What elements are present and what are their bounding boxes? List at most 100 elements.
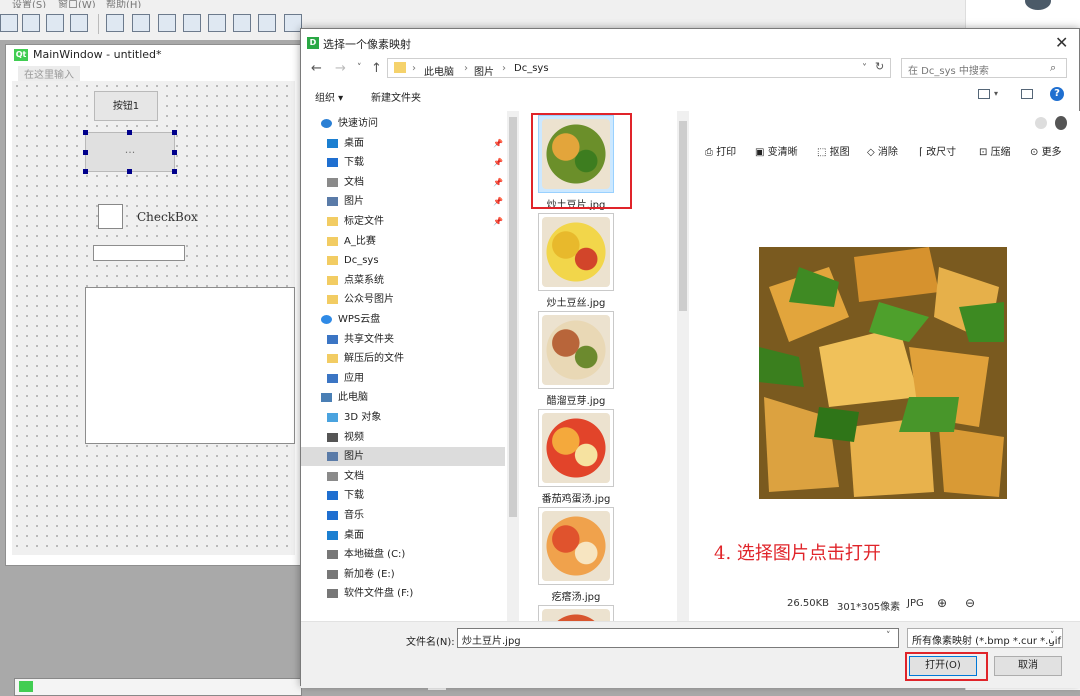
- line-edit[interactable]: [93, 245, 185, 261]
- menu-help[interactable]: 帮助(H): [106, 0, 141, 8]
- resize-tool[interactable]: ⌈ 改尺寸: [919, 143, 956, 158]
- tree-item[interactable]: 图片: [301, 447, 505, 467]
- scrollbar-thumb[interactable]: [679, 121, 687, 311]
- resize-handle[interactable]: [83, 130, 88, 135]
- file-thumbnail[interactable]: [538, 311, 614, 389]
- minimized-subwindow[interactable]: [14, 678, 302, 696]
- tree-item[interactable]: 文档: [301, 467, 505, 486]
- text-edit[interactable]: [85, 287, 295, 444]
- user-icon[interactable]: [1055, 116, 1067, 130]
- resize-handle[interactable]: [172, 169, 177, 174]
- edit-buddies-icon[interactable]: [46, 14, 64, 32]
- tree-item[interactable]: 文档 📌: [301, 173, 505, 192]
- edit-signals-icon[interactable]: [22, 14, 40, 32]
- tree-item[interactable]: 3D 对象: [301, 408, 505, 427]
- tree-item[interactable]: Dc_sys: [301, 251, 505, 270]
- compress-tool[interactable]: ⊡ 压缩: [979, 143, 1011, 158]
- file-name-label[interactable]: 炒土豆丝.jpg: [519, 294, 636, 309]
- files-scrollbar[interactable]: [677, 111, 689, 621]
- resize-handle[interactable]: [83, 169, 88, 174]
- file-name-label[interactable]: 番茄鸡蛋汤.jpg: [519, 490, 636, 505]
- form-canvas[interactable]: 按钮1 ... CheckBox: [12, 81, 295, 555]
- print-tool[interactable]: ⎙ 打印: [705, 143, 736, 158]
- menu-window[interactable]: 窗口(W): [58, 0, 96, 8]
- address-bar[interactable]: › 此电脑 › 图片 › Dc_sys ˅: [387, 58, 891, 78]
- edit-widgets-icon[interactable]: [0, 14, 18, 32]
- tree-item[interactable]: 标定文件 📌: [301, 212, 505, 231]
- chevron-down-icon[interactable]: ˅: [886, 631, 891, 641]
- search-input[interactable]: 在 Dc_sys 中搜索 ⌕: [901, 58, 1067, 78]
- filename-input[interactable]: 炒土豆片.jpg ˅: [457, 628, 899, 648]
- view-options-icon[interactable]: [978, 89, 990, 99]
- tree-item[interactable]: 下载: [301, 486, 505, 505]
- close-icon[interactable]: ✕: [1055, 33, 1068, 52]
- tree-item[interactable]: 解压后的文件: [301, 349, 505, 368]
- tree-item[interactable]: 软件文件盘 (F:): [301, 584, 505, 603]
- breadcrumb-dc-sys[interactable]: Dc_sys: [514, 63, 549, 74]
- recent-dropdown-icon[interactable]: ˅: [357, 63, 362, 73]
- forward-icon[interactable]: →: [335, 61, 346, 76]
- help-icon[interactable]: ?: [1050, 87, 1064, 101]
- tree-item[interactable]: 音乐: [301, 506, 505, 525]
- file-name-label[interactable]: 疙瘩汤.jpg: [519, 588, 636, 603]
- layout-splitter-h-icon[interactable]: [158, 14, 176, 32]
- zoom-in-icon[interactable]: ⊕: [937, 596, 947, 610]
- tree-item[interactable]: 公众号图片: [301, 290, 505, 309]
- tree-item[interactable]: 视频: [301, 428, 505, 447]
- tree-item[interactable]: 应用: [301, 369, 505, 388]
- layout-form-icon[interactable]: [233, 14, 251, 32]
- preview-pane-icon[interactable]: [1021, 89, 1033, 99]
- menu-settings[interactable]: 设置(S): [12, 0, 46, 8]
- up-icon[interactable]: ↑: [371, 61, 382, 76]
- organize-menu[interactable]: 组织 ▾: [315, 89, 343, 104]
- menu-placeholder[interactable]: 在这里输入: [18, 66, 80, 81]
- checkbox-box[interactable]: [98, 204, 123, 229]
- resize-handle[interactable]: [172, 150, 177, 155]
- layout-vertical-icon[interactable]: [132, 14, 150, 32]
- zoom-out-icon[interactable]: ⊖: [965, 596, 975, 610]
- resize-handle[interactable]: [127, 169, 132, 174]
- cutout-tool[interactable]: ⬚ 抠图: [817, 143, 850, 158]
- tree-item[interactable]: 新加卷 (E:): [301, 565, 505, 584]
- back-icon[interactable]: ←: [311, 61, 322, 76]
- tree-item[interactable]: 桌面 📌: [301, 134, 505, 153]
- breadcrumb-pictures[interactable]: 图片: [474, 63, 494, 78]
- tree-item[interactable]: WPS云盘: [301, 310, 505, 329]
- break-layout-icon[interactable]: [258, 14, 276, 32]
- chevron-down-icon[interactable]: ▾: [994, 89, 998, 98]
- chevron-down-icon[interactable]: ˅: [862, 63, 867, 74]
- tree-item[interactable]: 下载 📌: [301, 153, 505, 172]
- file-thumbnail[interactable]: [538, 605, 614, 621]
- breadcrumb-this-pc[interactable]: 此电脑: [424, 63, 454, 78]
- refresh-icon[interactable]: ↻: [875, 60, 884, 73]
- tree-item[interactable]: A_比赛: [301, 232, 505, 251]
- erase-tool[interactable]: ◇ 消除: [867, 143, 898, 158]
- file-thumbnail[interactable]: [538, 507, 614, 585]
- tree-scrollbar[interactable]: [507, 111, 519, 621]
- file-thumbnail[interactable]: [538, 213, 614, 291]
- new-folder-button[interactable]: 新建文件夹: [371, 89, 421, 104]
- tree-item[interactable]: 快速访问: [301, 114, 505, 133]
- more-tool[interactable]: ⊙ 更多: [1030, 143, 1062, 158]
- subwindow-titlebar[interactable]: Qt MainWindow - untitled*: [6, 45, 301, 65]
- layout-horizontal-icon[interactable]: [106, 14, 124, 32]
- selected-widget[interactable]: ...: [85, 132, 175, 172]
- tree-item[interactable]: 图片 📌: [301, 192, 505, 211]
- layout-splitter-v-icon[interactable]: [183, 14, 201, 32]
- resize-handle[interactable]: [127, 130, 132, 135]
- tree-item[interactable]: 此电脑: [301, 388, 505, 407]
- sharpen-tool[interactable]: ▣ 变清晰: [755, 143, 798, 158]
- edit-tab-order-icon[interactable]: [70, 14, 88, 32]
- file-name-label[interactable]: 醋溜豆芽.jpg: [519, 392, 636, 407]
- tree-item[interactable]: 点菜系统: [301, 271, 505, 290]
- tree-item[interactable]: 桌面: [301, 526, 505, 545]
- scrollbar-thumb[interactable]: [509, 117, 517, 517]
- push-button-1[interactable]: 按钮1: [94, 91, 158, 121]
- tree-item[interactable]: 本地磁盘 (C:): [301, 545, 505, 564]
- tree-item[interactable]: 共享文件夹: [301, 330, 505, 349]
- chevron-down-icon[interactable]: ˅: [1050, 631, 1055, 641]
- resize-handle[interactable]: [172, 130, 177, 135]
- cancel-button[interactable]: 取消: [994, 656, 1062, 676]
- file-type-select[interactable]: 所有像素映射 (*.bmp *.cur *.gif ˅: [907, 628, 1063, 648]
- layout-grid-icon[interactable]: [208, 14, 226, 32]
